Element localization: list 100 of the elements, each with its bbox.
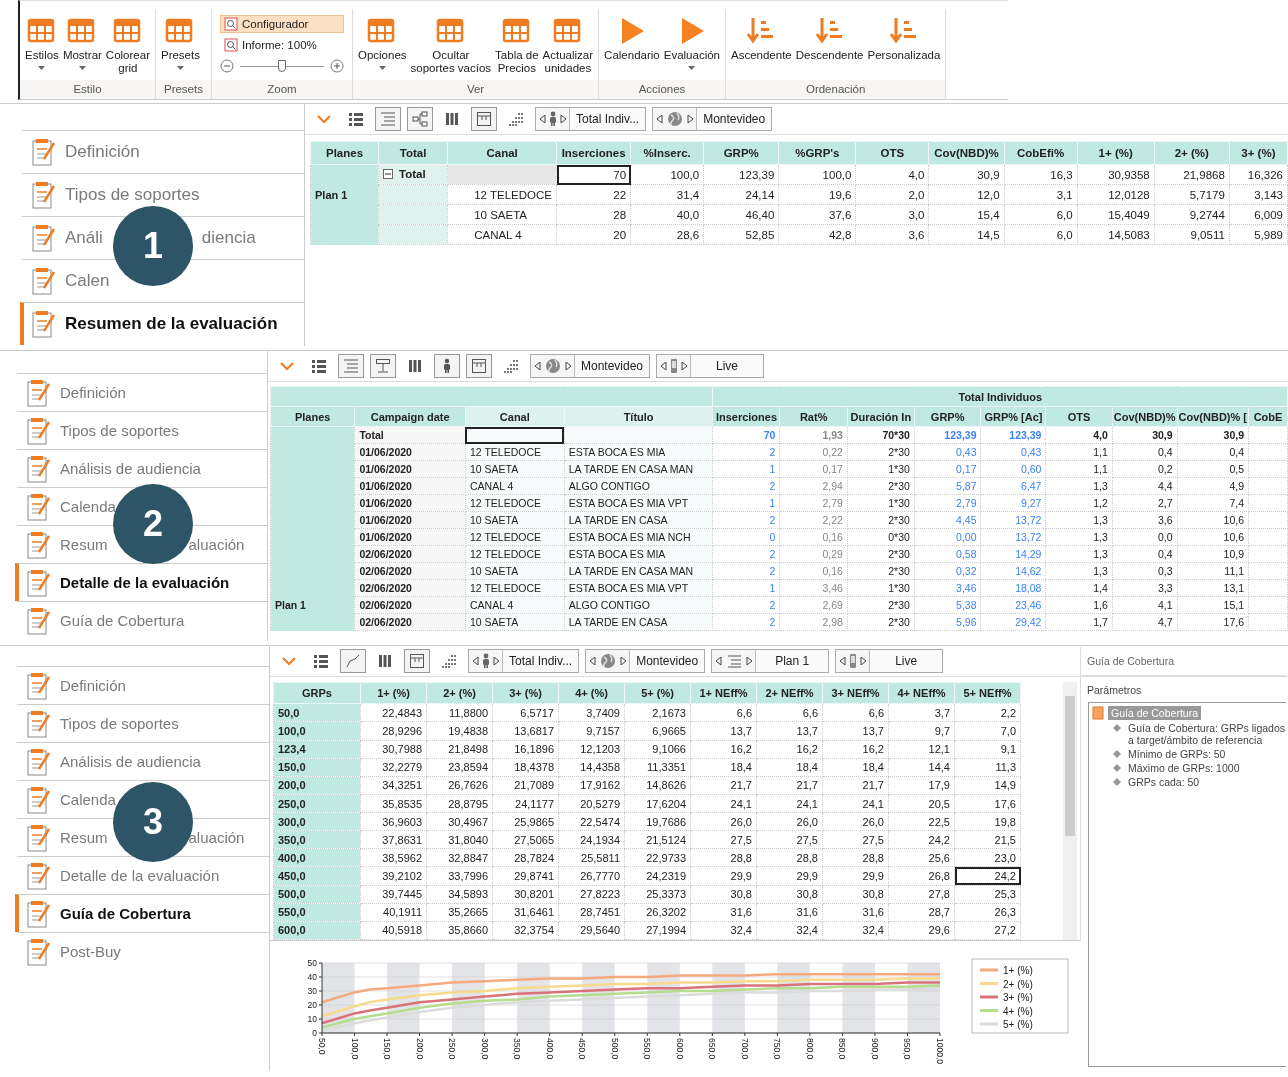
ribbon-button[interactable]: Colorear grid	[104, 15, 151, 75]
sidebar-item[interactable]: Post-Buy	[15, 932, 269, 970]
expander-icon[interactable]	[383, 169, 394, 179]
left-arrow-icon[interactable]	[590, 657, 597, 665]
sidebar-item[interactable]: Análisis de audiencia	[15, 742, 269, 780]
right-arrow-icon[interactable]	[746, 657, 753, 665]
selector-control[interactable]: Live	[656, 354, 765, 378]
right-arrow-icon[interactable]	[560, 115, 566, 123]
sidebar-item[interactable]: Guía de Cobertura	[15, 601, 267, 639]
toolbar-button[interactable]	[466, 354, 492, 378]
column-header[interactable]: 3+ (%)	[1229, 141, 1288, 165]
column-header[interactable]: Duración In	[847, 406, 915, 427]
column-header[interactable]: Cov(NBD)% [	[1177, 406, 1249, 427]
column-header[interactable]: Campaign date	[354, 406, 466, 427]
column-header[interactable]: Canal	[465, 406, 565, 427]
column-header[interactable]: 3+ NEff%	[822, 682, 889, 704]
column-header[interactable]: Canal	[447, 141, 557, 165]
left-arrow-icon[interactable]	[657, 115, 664, 123]
column-header[interactable]: 3+ (%)	[492, 682, 559, 704]
left-arrow-icon[interactable]	[840, 657, 847, 665]
column-header[interactable]: GRPs	[273, 682, 361, 704]
selector-control[interactable]: Total Indiv...	[535, 107, 647, 131]
column-header[interactable]: OTS	[1045, 406, 1113, 427]
right-arrow-icon[interactable]	[687, 115, 694, 123]
ribbon-button[interactable]: Personalizada	[866, 15, 942, 62]
scrollbar[interactable]	[1063, 682, 1077, 940]
toolbar-button[interactable]	[340, 649, 366, 673]
column-header[interactable]: Cov(NBD)%	[1112, 406, 1178, 427]
left-arrow-icon[interactable]	[535, 362, 541, 370]
ribbon-button[interactable]: Estilos	[24, 15, 60, 70]
selector-control[interactable]: Plan 1	[711, 649, 830, 673]
toolbar-button[interactable]	[471, 107, 497, 131]
column-header[interactable]: Total	[378, 141, 448, 165]
toolbar-button[interactable]	[434, 354, 460, 378]
ribbon-button[interactable]: Opciones	[356, 15, 408, 70]
column-header[interactable]: Cov(NBD)%	[928, 141, 1005, 165]
right-arrow-icon[interactable]	[565, 362, 571, 370]
ribbon-button[interactable]: Descendente	[794, 15, 865, 62]
column-header[interactable]: %Inserc.	[630, 141, 704, 165]
sidebar-item[interactable]: Definición	[15, 666, 269, 704]
zoom-out-icon[interactable]	[219, 59, 234, 73]
column-header[interactable]: GRP%	[703, 141, 779, 165]
column-header[interactable]: OTS	[855, 141, 929, 165]
column-header[interactable]: CobEfi%	[1004, 141, 1078, 165]
left-arrow-icon[interactable]	[661, 362, 668, 370]
ribbon-button[interactable]: Evaluación	[662, 15, 721, 70]
ribbon-button[interactable]: Tabla de Precios	[494, 15, 540, 75]
tree-item[interactable]: Mínimo de GRPs: 50	[1128, 748, 1226, 760]
right-arrow-icon[interactable]	[620, 657, 627, 665]
sidebar-item[interactable]: Tipos de soportes	[15, 704, 269, 742]
column-header[interactable]: Inserciones	[713, 406, 780, 427]
column-header[interactable]: 1+ NEff%	[690, 682, 757, 704]
ribbon-button[interactable]: Calendario	[603, 15, 661, 62]
selector-control[interactable]: Total Indiv...	[468, 649, 580, 673]
column-header[interactable]: 5+ NEff%	[954, 682, 1021, 704]
right-arrow-icon[interactable]	[860, 657, 867, 665]
ribbon-button[interactable]: Presets	[159, 15, 201, 70]
column-header[interactable]: 4+ (%)	[558, 682, 625, 704]
tree-item[interactable]: Guía de Cobertura: GRPs ligados a target/ámbito de referencia	[1128, 722, 1286, 746]
toolbar-button[interactable]	[407, 107, 433, 131]
left-arrow-icon[interactable]	[540, 115, 546, 123]
ribbon-button[interactable]: Mostrar	[61, 15, 103, 70]
ribbon-button[interactable]: Ascendente	[730, 15, 793, 62]
column-header[interactable]: %GRP's	[778, 141, 856, 165]
tree-item[interactable]: Máximo de GRPs: 1000	[1128, 762, 1240, 774]
column-header[interactable]: GRP% [Ac]	[981, 406, 1046, 427]
sidebar-item[interactable]: Tipos de soportes	[15, 411, 267, 449]
sidebar-item[interactable]: Guía de Cobertura	[15, 894, 269, 932]
toolbar-button[interactable]	[370, 354, 396, 378]
column-header[interactable]: CobE	[1248, 406, 1288, 427]
sidebar-item[interactable]: Definición	[15, 373, 267, 411]
selector-control[interactable]: Live	[835, 649, 944, 673]
column-header[interactable]: 2+ NEff%	[756, 682, 823, 704]
column-header[interactable]: 1+ (%)	[1077, 141, 1155, 165]
column-header[interactable]: 2+ (%)	[426, 682, 493, 704]
column-header[interactable]: 5+ (%)	[624, 682, 691, 704]
zoom-in-icon[interactable]	[329, 59, 344, 73]
column-header[interactable]: 2+ (%)	[1154, 141, 1230, 165]
column-header[interactable]: 4+ NEff%	[888, 682, 955, 704]
selector-control[interactable]: Montevideo	[652, 107, 773, 131]
tree-item[interactable]: GRPs cada: 50	[1128, 776, 1200, 788]
column-header[interactable]: Inserciones	[556, 141, 631, 165]
column-header[interactable]: Planes	[310, 141, 379, 165]
selector-control[interactable]: Montevideo	[585, 649, 706, 673]
right-arrow-icon[interactable]	[681, 362, 688, 370]
table-cell: 16,3	[1004, 164, 1078, 185]
right-arrow-icon[interactable]	[493, 657, 499, 665]
sidebar-item[interactable]: Definición	[20, 130, 304, 173]
selector-control[interactable]: Montevideo	[530, 354, 651, 378]
left-arrow-icon[interactable]	[473, 657, 479, 665]
ribbon-button[interactable]: Ocultar soportes vacíos	[409, 15, 493, 75]
column-header[interactable]: 1+ (%)	[360, 682, 427, 704]
sidebar-item[interactable]: Análisis de audiencia	[15, 449, 267, 487]
toolbar-button[interactable]	[404, 649, 430, 673]
left-arrow-icon[interactable]	[716, 657, 723, 665]
zoom-button[interactable]: Informe: 100%	[219, 36, 344, 54]
ribbon-button[interactable]: Actualizar unidades	[541, 15, 595, 75]
column-header[interactable]: Planes	[270, 406, 355, 427]
zoom-button[interactable]: Configurador	[219, 15, 344, 33]
sidebar-item[interactable]: Resumen de la evaluación	[20, 302, 304, 345]
